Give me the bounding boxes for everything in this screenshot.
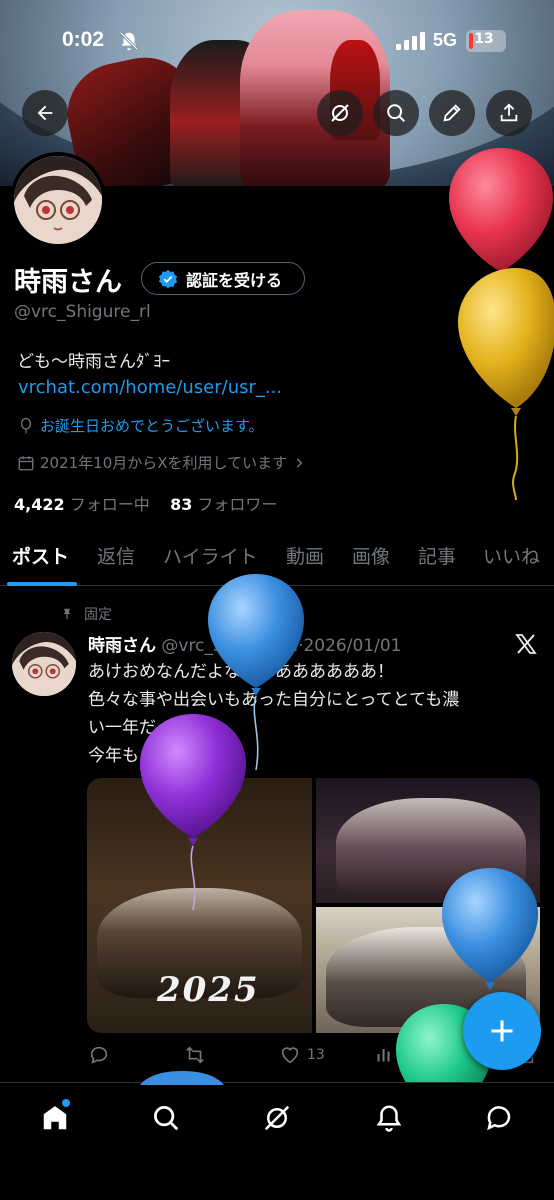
post-date[interactable]: 2026/01/01: [303, 636, 401, 656]
compose-button[interactable]: [463, 992, 541, 1070]
like-button[interactable]: 13: [279, 1044, 325, 1066]
profile-bio: ども〜時雨さんﾀﾞﾖｰ: [17, 352, 170, 372]
network-type: 5G: [433, 30, 458, 50]
signal-icon: [396, 32, 425, 50]
post-line: あけおめなんだよなああああああああ！: [88, 658, 538, 686]
share-icon: [500, 103, 518, 122]
tab-replies[interactable]: 返信: [97, 542, 135, 569]
balloon-blue-peek: [140, 1071, 224, 1085]
tab-articles[interactable]: 記事: [418, 542, 456, 569]
back-button[interactable]: [22, 90, 68, 136]
get-verified-label: 認証を受ける: [186, 270, 283, 290]
nav-grok[interactable]: [260, 1101, 294, 1135]
verified-badge-icon: [158, 269, 178, 288]
status-time: 0:02: [62, 28, 105, 51]
silent-mode-icon: [119, 31, 139, 51]
tab-posts[interactable]: ポスト: [12, 542, 69, 569]
heart-icon: [281, 1047, 299, 1064]
joined-row[interactable]: 2021年10月からXを利用しています: [17, 452, 306, 473]
search-icon: [154, 1106, 179, 1131]
views-icon: [377, 1049, 390, 1062]
profile-link[interactable]: vrchat.com/home/user/usr_...: [18, 377, 282, 398]
edit-icon: [443, 104, 461, 122]
get-verified-button[interactable]: 認証を受ける: [141, 262, 305, 295]
search-icon: [387, 104, 405, 122]
bottom-navigation: [0, 1071, 554, 1200]
tab-highlights[interactable]: ハイライト: [163, 542, 258, 569]
grok-button[interactable]: [317, 90, 363, 136]
post-line: 色々な事や出会いもあった自分にとってとても濃: [88, 690, 460, 710]
followers-link[interactable]: 83 フォロワー: [170, 495, 277, 514]
balloon-purple: [140, 714, 246, 911]
grok-icon: [331, 104, 349, 122]
avatar-illustration: [14, 156, 102, 244]
pinned-indicator: 固定: [60, 604, 112, 624]
share-button[interactable]: [486, 90, 532, 136]
followers-count: 83: [170, 495, 193, 514]
search-button[interactable]: [373, 90, 419, 136]
active-tab-indicator: [7, 582, 77, 586]
nav-search[interactable]: [149, 1101, 183, 1135]
tab-likes[interactable]: いいね: [483, 542, 540, 569]
battery-level: 13: [474, 31, 494, 47]
avatar-illustration: [12, 632, 76, 696]
grok-icon: [264, 1105, 290, 1131]
reply-button[interactable]: [88, 1044, 110, 1066]
following-label: フォロー中: [69, 495, 150, 514]
post-author-avatar[interactable]: [12, 632, 76, 696]
balloon-icon: [20, 417, 32, 433]
balloon-yellow: [458, 268, 554, 501]
like-count: 13: [307, 1047, 325, 1063]
edit-button[interactable]: [429, 90, 475, 136]
birthday-row[interactable]: お誕生日おめでとうございます。: [17, 415, 264, 436]
balloon-blue-bottom: [442, 868, 538, 990]
pinned-label: 固定: [84, 607, 112, 623]
profile-avatar[interactable]: [10, 152, 106, 248]
tab-photos[interactable]: 画像: [352, 542, 390, 569]
image-caption: 2025: [157, 970, 260, 1010]
nav-messages[interactable]: [482, 1101, 516, 1135]
battery-indicator: 13: [466, 30, 506, 52]
nav-notifications[interactable]: [372, 1101, 406, 1135]
repost-icon: [186, 1046, 204, 1064]
following-count: 4,422: [14, 495, 65, 514]
repost-button[interactable]: [183, 1044, 207, 1066]
status-bar: 0:02 5G 13: [0, 0, 554, 84]
balloon-red: [449, 148, 553, 280]
reply-icon: [90, 1046, 108, 1064]
tab-videos[interactable]: 動画: [286, 542, 324, 569]
home-icon: [43, 1106, 67, 1130]
calendar-icon: [18, 455, 34, 470]
chevron-right-icon: [296, 457, 303, 468]
plus-icon: [491, 1020, 513, 1042]
follow-stats: 4,422 フォロー中 83 フォロワー: [14, 491, 277, 515]
x-logo-icon[interactable]: [514, 632, 538, 656]
bell-icon: [376, 1105, 402, 1132]
post-author-name[interactable]: 時雨さん: [88, 636, 156, 656]
birthday-text: お誕生日おめでとうございます。: [40, 417, 264, 435]
pin-icon: [63, 608, 71, 620]
followers-label: フォロワー: [197, 495, 278, 514]
joined-text: 2021年10月からXを利用しています: [40, 454, 288, 472]
following-link[interactable]: 4,422 フォロー中: [14, 495, 150, 514]
profile-handle: @vrc_Shigure_rl: [14, 302, 151, 322]
notification-dot: [62, 1099, 70, 1107]
back-arrow-icon: [37, 105, 53, 121]
profile-name: 時雨さん: [14, 267, 122, 298]
chat-bubble-icon: [487, 1106, 511, 1131]
